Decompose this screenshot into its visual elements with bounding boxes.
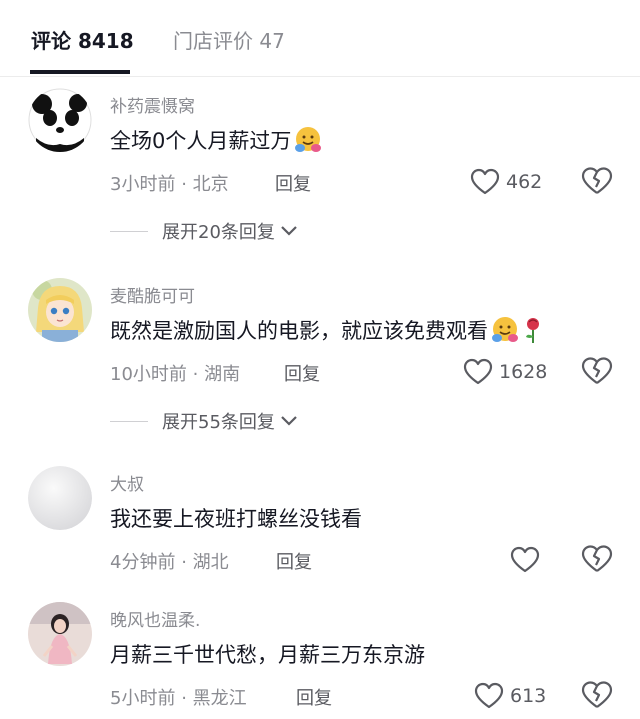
active-tab-indicator xyxy=(30,70,130,74)
expand-replies-button[interactable]: 展开55条回复 xyxy=(110,408,299,434)
like-count: 1628 xyxy=(499,361,548,383)
hug-emoji xyxy=(293,126,323,154)
like-button[interactable] xyxy=(510,544,546,576)
expand-divider xyxy=(110,230,148,232)
comment-meta: 10小时前 · 湖南 xyxy=(110,364,241,385)
reply-button[interactable]: 回复 xyxy=(275,170,311,196)
comment-tabs: 评论 8418 门店评价 47 xyxy=(0,0,640,77)
comment-text: 月薪三千世代愁，月薪三万东京游 xyxy=(110,643,425,667)
tab-store-reviews[interactable]: 门店评价 47 xyxy=(173,28,285,54)
expand-replies-label: 展开20条回复 xyxy=(162,222,275,243)
avatar[interactable] xyxy=(28,602,92,666)
reply-button[interactable]: 回复 xyxy=(296,684,332,710)
comment-meta: 3小时前 · 北京 xyxy=(110,174,229,195)
like-button[interactable]: 613 xyxy=(474,680,546,712)
comment-meta: 4分钟前 · 湖北 xyxy=(110,552,229,573)
comment-text: 既然是激励国人的电影，就应该免费观看 xyxy=(110,316,544,346)
comment-username[interactable]: 晚风也温柔. xyxy=(110,606,200,631)
dislike-button[interactable] xyxy=(580,544,614,574)
tab-comments[interactable]: 评论 8418 xyxy=(31,28,134,54)
like-count: 613 xyxy=(510,685,547,707)
chevron-down-icon xyxy=(281,416,297,426)
broken-heart-icon xyxy=(581,545,613,572)
like-button[interactable]: 1628 xyxy=(463,356,547,388)
broken-heart-icon xyxy=(581,357,613,384)
reply-button[interactable]: 回复 xyxy=(284,360,320,386)
expand-replies-label: 展开55条回复 xyxy=(162,412,275,433)
comment-text: 我还要上夜班打螺丝没钱看 xyxy=(110,507,362,531)
comment-username[interactable]: 大叔 xyxy=(110,470,144,495)
like-button[interactable]: 462 xyxy=(470,166,542,198)
avatar[interactable] xyxy=(28,278,92,342)
dislike-button[interactable] xyxy=(580,166,614,196)
expand-divider xyxy=(110,420,148,422)
dislike-button[interactable] xyxy=(580,680,614,710)
comment-text: 全场0个人月薪过万 xyxy=(110,126,323,156)
dislike-button[interactable] xyxy=(580,356,614,386)
broken-heart-icon xyxy=(581,681,613,708)
comment-username[interactable]: 麦酷脆可可 xyxy=(110,282,195,307)
avatar[interactable] xyxy=(28,466,92,530)
avatar[interactable] xyxy=(28,88,92,152)
comment-username[interactable]: 补药震慑窝 xyxy=(110,92,195,117)
reply-button[interactable]: 回复 xyxy=(276,548,312,574)
heart-outline-icon xyxy=(463,358,493,385)
heart-outline-icon xyxy=(474,682,504,709)
broken-heart-icon xyxy=(581,167,613,194)
rose-emoji xyxy=(522,316,544,344)
expand-replies-button[interactable]: 展开20条回复 xyxy=(110,218,299,244)
comment-meta: 5小时前 · 黑龙江 xyxy=(110,688,247,709)
like-count: 462 xyxy=(506,171,543,193)
hug-emoji xyxy=(490,316,520,344)
heart-outline-icon xyxy=(510,546,540,573)
heart-outline-icon xyxy=(470,168,500,195)
chevron-down-icon xyxy=(281,226,297,236)
